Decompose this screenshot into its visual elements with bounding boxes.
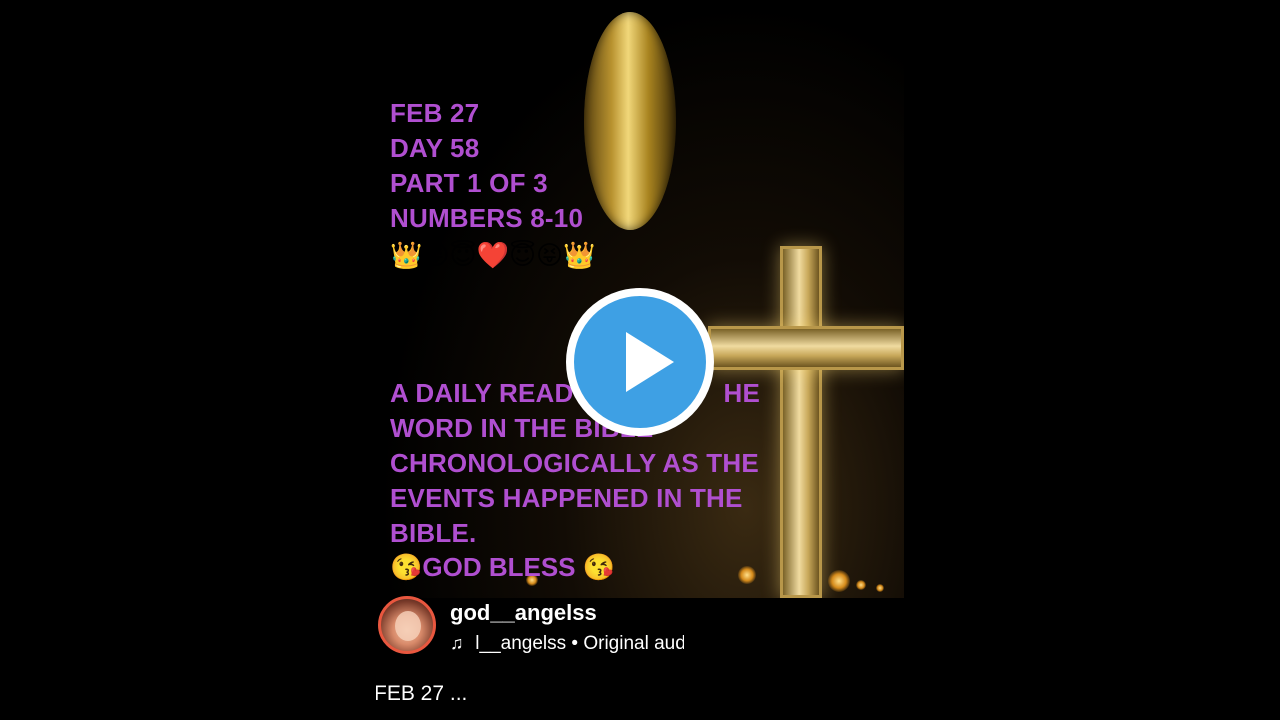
overlay-line-tail: HE [723, 378, 761, 408]
overlay-line: EVENTS HAPPENED IN THE [390, 483, 743, 513]
avatar-face [395, 611, 421, 641]
play-triangle [626, 332, 674, 392]
bokeh-light [856, 580, 866, 590]
overlay-line: DAY 58 [390, 133, 480, 163]
bokeh-light [876, 584, 884, 592]
overlay-body-text: A DAILY READ HE WORD IN THE BIBLE CHRONOL… [390, 376, 760, 551]
play-button[interactable] [566, 288, 714, 436]
overlay-line: BIBLE. [390, 518, 477, 548]
bokeh-light [828, 570, 850, 592]
bokeh-light [738, 566, 756, 584]
gold-cross-vertical [780, 246, 822, 598]
audio-label: l__angelss • Original aud [475, 633, 684, 654]
username-link[interactable]: god__angelss [450, 600, 597, 626]
emoji-line: 👑😝😇❤️😇😝👑 [390, 241, 596, 271]
avatar[interactable] [378, 596, 436, 654]
caption-text[interactable]: FEB 27 ... [376, 680, 467, 708]
audio-attribution[interactable]: ♫ l__angelss • Original aud [450, 631, 684, 656]
reel-frame: FEB 27 DAY 58 PART 1 OF 3 NUMBERS 8-10 👑… [376, 0, 904, 720]
god-bless-line: 😘GOD BLESS 😘 [390, 552, 616, 582]
play-icon[interactable] [574, 296, 706, 428]
overlay-header-text: FEB 27 DAY 58 PART 1 OF 3 NUMBERS 8-10 [390, 96, 583, 236]
gold-coin-graphic [584, 12, 676, 230]
video-player[interactable]: FEB 27 DAY 58 PART 1 OF 3 NUMBERS 8-10 👑… [376, 0, 904, 598]
overlay-line: CHRONOLOGICALLY AS THE [390, 448, 759, 478]
overlay-line-start: A DAILY READ [390, 378, 574, 408]
gold-cross-horizontal [708, 326, 904, 370]
overlay-line: WORD IN THE BIBLE [390, 413, 654, 443]
overlay-line: PART 1 OF 3 [390, 168, 548, 198]
overlay-line: FEB 27 [390, 98, 480, 128]
music-note-icon: ♫ [450, 633, 464, 653]
overlay-line: NUMBERS 8-10 [390, 203, 584, 233]
